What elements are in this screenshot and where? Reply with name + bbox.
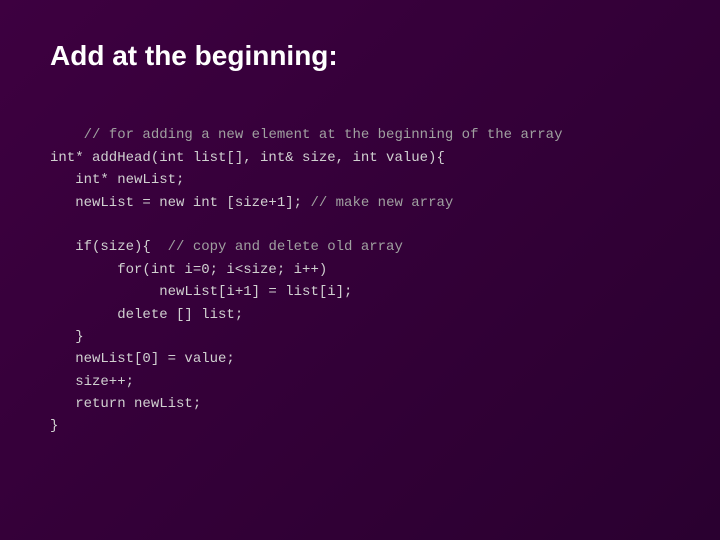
code-line-12: size++; <box>50 374 134 390</box>
slide-container: Add at the beginning: // for adding a ne… <box>0 0 720 540</box>
code-line-13: return newList; <box>50 396 201 412</box>
code-line-10: } <box>50 329 84 345</box>
code-line-9: delete [] list; <box>50 307 243 323</box>
code-line-1: // for adding a new element at the begin… <box>84 127 563 143</box>
slide-title: Add at the beginning: <box>50 40 670 72</box>
code-line-7: for(int i=0; i<size; i++) <box>50 262 327 278</box>
code-line-6: if(size){ // copy and delete old array <box>50 239 403 255</box>
code-line-3: int* newList; <box>50 172 184 188</box>
code-line-2: int* addHead(int list[], int& size, int … <box>50 150 445 166</box>
code-line-11: newList[0] = value; <box>50 351 235 367</box>
code-line-4: newList = new int [size+1]; // make new … <box>50 195 453 211</box>
code-line-8: newList[i+1] = list[i]; <box>50 284 352 300</box>
code-line-14: } <box>50 418 58 434</box>
code-block: // for adding a new element at the begin… <box>50 102 670 460</box>
